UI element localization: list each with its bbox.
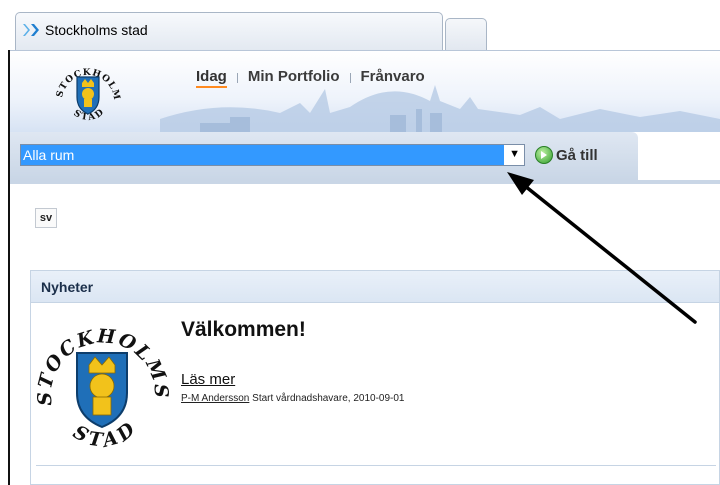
news-item-title[interactable]: Välkommen! bbox=[181, 318, 306, 342]
double-chevron-icon bbox=[23, 24, 39, 36]
room-select-dropdown[interactable]: Alla rum ▼ bbox=[20, 144, 525, 166]
room-selector-strip-bottom bbox=[10, 180, 720, 184]
nav-item-min-portfolio-label: Min Portfolio bbox=[247, 68, 340, 85]
news-divider bbox=[36, 465, 716, 466]
room-selector-bar: Alla rum ▼ Gå till bbox=[10, 132, 720, 184]
browser-tab-label: Stockholms stad bbox=[45, 22, 148, 38]
site-header: STOCKHOLMS STAD Idag bbox=[10, 50, 720, 133]
nav-item-idag-label: Idag bbox=[196, 68, 227, 88]
app-root: Stockholms stad STOCKHOLMS STAD bbox=[0, 0, 720, 485]
stockholm-logo[interactable]: STOCKHOLMS STAD bbox=[50, 57, 126, 129]
news-panel-heading: Nyheter bbox=[31, 271, 719, 303]
room-select-value: Alla rum bbox=[21, 145, 504, 165]
main-navigation: Idag Min Portfolio Frånvaro bbox=[186, 68, 435, 88]
news-panel: Nyheter STOCKHOLMS STAD Välkommen! Läs m… bbox=[30, 270, 720, 485]
nav-item-franvaro-label: Frånvaro bbox=[360, 68, 425, 85]
new-tab-button[interactable] bbox=[445, 18, 487, 50]
news-item-meta-text: Start vårdnadshavare, 2010-09-01 bbox=[249, 393, 405, 404]
browser-tab-stockholms-stad[interactable]: Stockholms stad bbox=[15, 12, 443, 50]
news-item-read-more-link[interactable]: Läs mer bbox=[181, 371, 235, 388]
stockholm-emblem: STOCKHOLMS STAD bbox=[35, 325, 169, 449]
language-switch[interactable]: sv bbox=[35, 208, 57, 228]
nav-item-idag[interactable]: Idag bbox=[186, 68, 237, 88]
news-item-author-link[interactable]: P-M Andersson bbox=[181, 393, 249, 404]
skyline-illustration bbox=[160, 85, 720, 133]
dropdown-arrow-icon[interactable]: ▼ bbox=[509, 148, 520, 160]
browser-tab-bar: Stockholms stad bbox=[0, 0, 720, 50]
nav-item-min-portfolio[interactable]: Min Portfolio bbox=[238, 68, 350, 85]
goto-button-label: Gå till bbox=[556, 146, 598, 164]
page-content: STOCKHOLMS STAD Idag bbox=[8, 50, 720, 485]
nav-item-franvaro[interactable]: Frånvaro bbox=[351, 68, 435, 85]
green-arrow-icon bbox=[535, 146, 553, 164]
goto-button[interactable]: Gå till bbox=[535, 146, 598, 164]
news-item-meta: P-M Andersson Start vårdnadshavare, 2010… bbox=[181, 393, 404, 404]
